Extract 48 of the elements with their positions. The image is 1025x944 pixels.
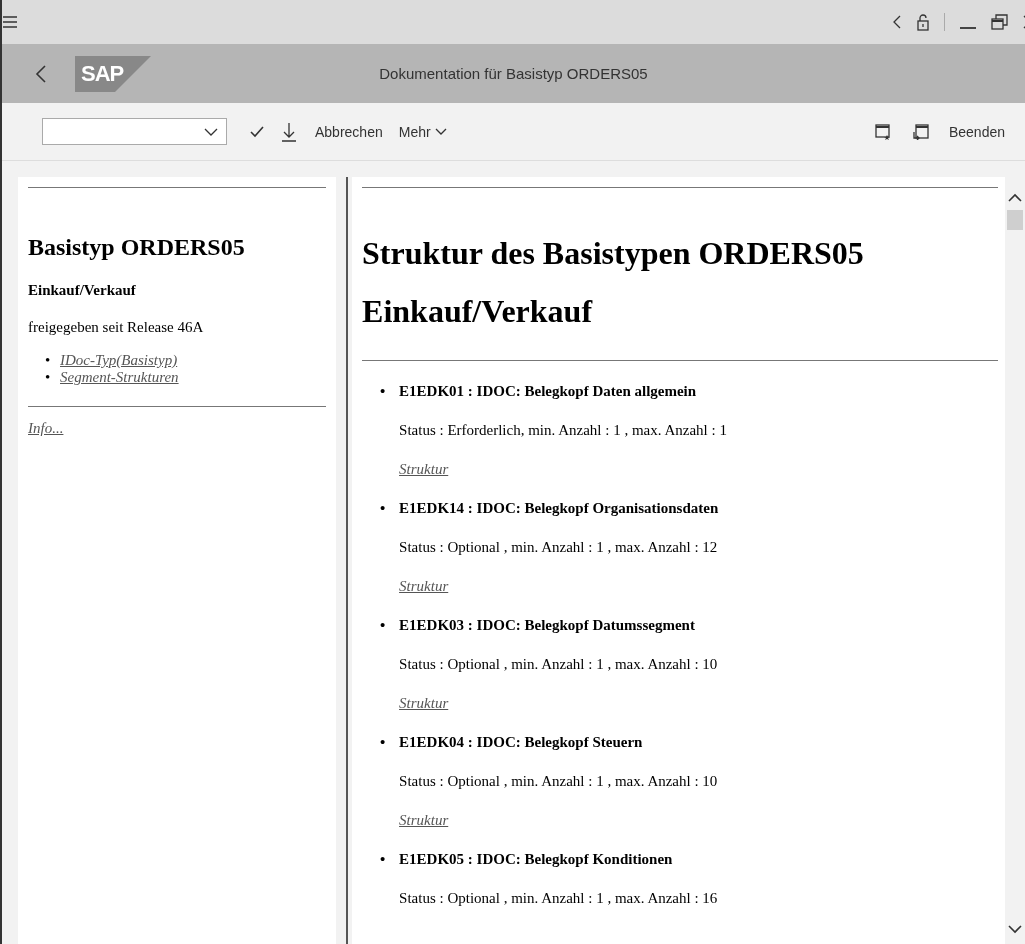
sidebar-link[interactable]: IDoc-Typ(Basistyp) bbox=[60, 352, 178, 368]
structure-link[interactable]: Struktur bbox=[399, 695, 449, 711]
segment-status: Status : Optional , min. Anzahl : 1 , max. Anzahl : 10 bbox=[399, 772, 719, 791]
page-heading: Struktur des Basistypen ORDERS05 bbox=[362, 234, 865, 273]
segment-title: E1EDK03 : IDOC: Belegkopf Datumssegment bbox=[399, 617, 695, 633]
bullet: • bbox=[380, 382, 387, 401]
scroll-up-icon[interactable] bbox=[1008, 193, 1023, 202]
cancel-button[interactable]: Abbrechen bbox=[309, 119, 389, 144]
caret-down-icon bbox=[204, 127, 218, 136]
unlock-icon[interactable] bbox=[916, 13, 930, 31]
structure-link[interactable]: Struktur bbox=[399, 578, 449, 594]
bullet: • bbox=[45, 352, 52, 369]
download-icon[interactable] bbox=[281, 121, 297, 142]
page-heading: Einkauf/Verkauf bbox=[362, 292, 594, 331]
release-text: freigegeben seit Release 46A bbox=[28, 319, 205, 336]
more-menu-button[interactable]: Mehr bbox=[392, 119, 453, 144]
info-link[interactable]: Info... bbox=[28, 420, 64, 437]
segment-status: Status : Optional , min. Anzahl : 1 , max. Anzahl : 12 bbox=[399, 538, 719, 557]
bullet: • bbox=[45, 369, 52, 386]
segment-title: E1EDK14 : IDOC: Belegkopf Organisationsdaten bbox=[399, 500, 719, 516]
segment-title: E1EDK05 : IDOC: Belegkopf Konditionen bbox=[399, 851, 673, 867]
check-icon[interactable] bbox=[249, 124, 265, 139]
restore-icon[interactable] bbox=[991, 14, 1009, 30]
segment-status: Status : Optional , min. Anzahl : 1 , max. Anzahl : 10 bbox=[399, 655, 719, 674]
structure-link[interactable]: Struktur bbox=[399, 461, 449, 477]
menu-icon[interactable] bbox=[2, 15, 18, 29]
sidebar-subtitle: Einkauf/Verkauf bbox=[28, 282, 137, 299]
segment-title: E1EDK01 : IDOC: Belegkopf Daten allgemein bbox=[399, 383, 697, 399]
bullet: • bbox=[380, 616, 387, 635]
sidebar-title: Basistyp ORDERS05 bbox=[28, 233, 246, 262]
caret-down-icon bbox=[434, 127, 447, 136]
segment-status: Status : Optional , min. Anzahl : 1 , max. Anzahl : 16 bbox=[399, 889, 719, 908]
chevron-left-icon[interactable] bbox=[892, 15, 902, 29]
bullet: • bbox=[380, 499, 387, 518]
page-title: Dokumentation für Basistyp ORDERS05 bbox=[379, 65, 648, 82]
dropdown-field[interactable] bbox=[42, 118, 227, 145]
segment-title: E1EDK04 : IDOC: Belegkopf Steuern bbox=[399, 734, 643, 750]
scrollbar-thumb[interactable] bbox=[1007, 210, 1024, 230]
exit-button[interactable]: Beenden bbox=[942, 119, 1011, 144]
bullet: • bbox=[380, 850, 387, 869]
structure-link[interactable]: Struktur bbox=[399, 812, 449, 828]
sap-logo: SAP bbox=[75, 55, 151, 92]
back-icon[interactable] bbox=[35, 64, 47, 83]
scroll-down-icon[interactable] bbox=[1008, 925, 1023, 934]
bullet: • bbox=[380, 733, 387, 752]
segment-status: Status : Erforderlich, min. Anzahl : 1 , max. Anzahl : 1 bbox=[399, 421, 728, 440]
sidebar-link[interactable]: Segment-Strukturen bbox=[60, 369, 179, 385]
window-restore-icon[interactable] bbox=[912, 123, 929, 140]
